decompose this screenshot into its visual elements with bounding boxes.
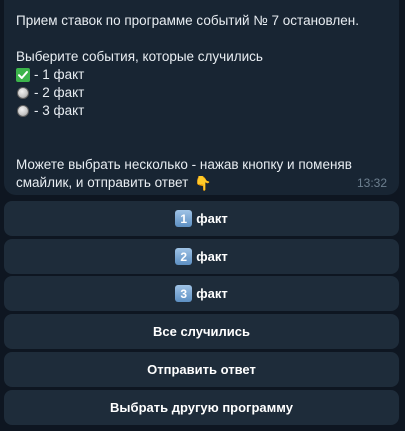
pointing-down-hand-icon: 👇	[194, 175, 212, 191]
keycap-2-icon: 2	[175, 248, 193, 265]
send-answer-button[interactable]: Отправить ответ	[4, 352, 399, 387]
white-circle-icon	[17, 105, 29, 117]
choose-another-program-button[interactable]: Выбрать другую программу	[4, 390, 399, 425]
keycap-3-icon: 3	[175, 285, 193, 302]
option-line-2: - 2 факт	[16, 84, 387, 102]
white-circle-icon	[17, 87, 29, 99]
message-footer-text: смайлик, и отправить ответ	[16, 175, 189, 190]
blank-lines	[16, 120, 387, 156]
check-mark-icon	[16, 68, 30, 82]
fact-3-button[interactable]: 3 факт	[4, 276, 399, 311]
button-label: факт	[196, 211, 228, 226]
message-bubble: Прием ставок по программе событий № 7 ос…	[4, 0, 399, 195]
option-line-3: - 3 факт	[16, 102, 387, 120]
message-footer-line-2: смайлик, и отправить ответ 👇	[16, 174, 387, 192]
message-time: 13:32	[356, 176, 387, 190]
option-label-2: - 2 факт	[34, 85, 85, 100]
message-line-status: Прием ставок по программе событий № 7 ос…	[16, 13, 359, 28]
option-label-3: - 3 факт	[34, 103, 85, 118]
message-line-prompt: Выберите события, которые случились	[16, 49, 263, 64]
fact-1-button[interactable]: 1 факт	[4, 201, 399, 236]
message-footer-line-1: Можете выбрать несколько - нажав кнопку …	[16, 157, 352, 172]
keycap-1-icon: 1	[175, 210, 193, 227]
chat-area: Прием ставок по программе событий № 7 ос…	[0, 0, 405, 431]
button-label: факт	[196, 249, 228, 264]
button-label: Все случились	[152, 324, 251, 339]
all-happened-button[interactable]: Все случились	[4, 314, 399, 349]
button-label: Выбрать другую программу	[110, 400, 293, 415]
option-line-1: - 1 факт	[16, 66, 387, 84]
button-label: Отправить ответ	[147, 362, 256, 377]
button-label: факт	[196, 286, 228, 301]
option-label-1: - 1 факт	[34, 67, 85, 82]
fact-2-button[interactable]: 2 факт	[4, 239, 399, 274]
